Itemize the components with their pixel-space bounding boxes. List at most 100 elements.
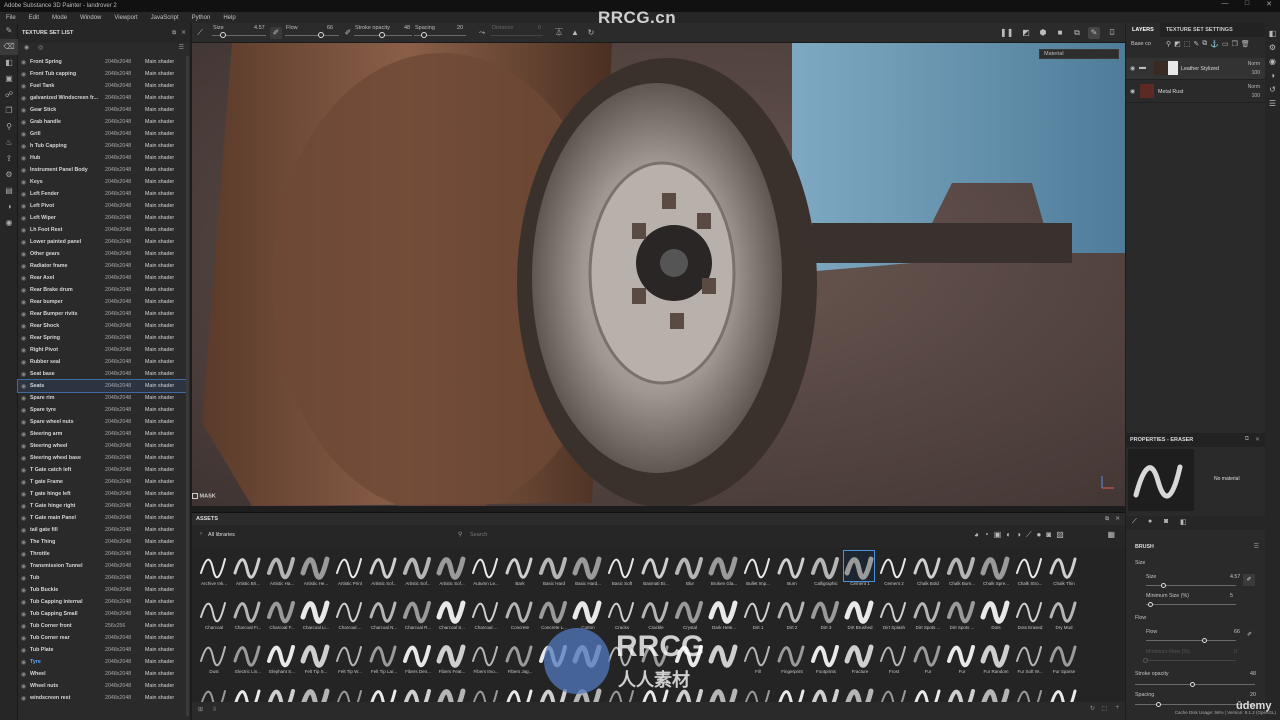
visibility-icon[interactable]: ◉	[21, 191, 26, 198]
texture-set-shader[interactable]: Main shader	[145, 371, 174, 377]
pen-pressure-icon[interactable]: ✐	[1243, 574, 1255, 586]
spacing-slider-knob[interactable]	[1156, 702, 1161, 707]
texture-set-shader[interactable]: Main shader	[145, 359, 174, 365]
texture-set-resolution[interactable]: 2048x2048	[105, 299, 131, 305]
menu-file[interactable]: File	[0, 15, 23, 21]
new-library-icon[interactable]: ⊞	[198, 706, 203, 713]
settings-icon[interactable]: ⚙	[0, 167, 18, 183]
brush-thumbnail[interactable]: Blur	[672, 551, 704, 593]
visibility-icon[interactable]: ◉	[21, 455, 26, 462]
menu-icon[interactable]: ☰	[179, 44, 184, 51]
texture-set-resolution[interactable]: 2048x2048	[105, 479, 131, 485]
brush-thumbnail[interactable]: Frost	[876, 639, 908, 681]
visibility-icon[interactable]: ◉	[21, 251, 26, 258]
texture-set-row[interactable]: ◉ Steering arm 2048x2048 Main shader	[18, 428, 186, 440]
size-value[interactable]: 4.57	[254, 25, 265, 31]
refresh-icon[interactable]: ↻	[1090, 705, 1095, 712]
texture-set-resolution[interactable]: 2048x2048	[105, 335, 131, 341]
menu-mode[interactable]: Mode	[46, 15, 74, 21]
brush-thumbnail[interactable]: Broken Gla...	[706, 551, 738, 593]
brush-thumbnail[interactable]: Artistic Sof...	[400, 551, 432, 593]
brush-thumbnail[interactable]: Dirt 3	[808, 595, 840, 637]
size-slider-knob[interactable]	[1161, 583, 1166, 588]
settings-panel-icon[interactable]: ⚙	[1265, 41, 1280, 55]
min-size-slider[interactable]	[1146, 602, 1236, 607]
visibility-icon[interactable]: ◉	[21, 587, 26, 594]
texture-set-shader[interactable]: Main shader	[145, 659, 174, 665]
visibility-icon[interactable]: ◉	[21, 695, 26, 702]
texture-set-shader[interactable]: Main shader	[145, 503, 174, 509]
visibility-icon[interactable]: ◉	[21, 491, 26, 498]
brush-thumbnail[interactable]: Fur Sparse	[1046, 639, 1078, 681]
brush-thumbnail[interactable]: Artistic Ha...	[264, 551, 296, 593]
brush-thumbnail[interactable]: Felt Tip W...	[332, 639, 364, 681]
texture-set-resolution[interactable]: 2048x2048	[105, 227, 131, 233]
texture-set-shader[interactable]: Main shader	[145, 383, 174, 389]
texture-set-resolution[interactable]: 2048x2048	[105, 659, 131, 665]
brush-thumbnail[interactable]: Cement 1	[842, 550, 875, 593]
blend-mode[interactable]: Norm	[1248, 84, 1260, 90]
texture-set-row[interactable]: ◉ Transmission Tunnel 2048x2048 Main shader	[18, 560, 186, 572]
symmetry-icon[interactable]: ⏄	[553, 27, 565, 39]
texture-set-resolution[interactable]: 2048x2048	[105, 143, 131, 149]
texture-set-shader[interactable]: Main shader	[145, 671, 174, 677]
texture-set-row[interactable]: ◉ Spare rim 2048x2048 Main shader	[18, 392, 186, 404]
texture-set-shader[interactable]: Main shader	[145, 407, 174, 413]
material-tab-icon[interactable]: ◧	[1180, 518, 1187, 526]
size-slider[interactable]	[1146, 583, 1236, 588]
texture-set-row[interactable]: ◉ windscreen rest 2048x2048 Main shader	[18, 692, 186, 704]
brush-thumbnail[interactable]: Fill	[740, 639, 772, 681]
texture-set-resolution[interactable]: 2048x2048	[105, 407, 131, 413]
texture-set-resolution[interactable]: 2048x2048	[105, 71, 131, 77]
brush-thumbnail[interactable]: Fur	[944, 639, 976, 681]
texture-set-resolution[interactable]: 2048x2048	[105, 539, 131, 545]
brush-thumbnail[interactable]: Fibers Feat...	[434, 639, 466, 681]
texture-set-resolution[interactable]: 2048x2048	[105, 371, 131, 377]
camera-view-icon[interactable]: ◩	[1020, 27, 1032, 39]
min-flow-knob[interactable]	[1143, 658, 1148, 663]
stroke-opacity-value[interactable]: 48	[1250, 671, 1256, 677]
texture-set-shader[interactable]: Main shader	[145, 539, 174, 545]
add-effect-icon[interactable]: ⚲	[1166, 40, 1171, 48]
brush-thumbnail[interactable]: Autumn Le...	[468, 551, 500, 593]
distance-value[interactable]: 0	[538, 25, 541, 31]
min-size-knob[interactable]	[1148, 602, 1153, 607]
brush-thumbnail[interactable]: Electric Lin...	[230, 639, 262, 681]
texture-set-resolution[interactable]: 2048x2048	[105, 347, 131, 353]
texture-set-row[interactable]: ◉ Lh Foot Rest 2048x2048 Main shader	[18, 224, 186, 236]
texture-set-row[interactable]: ◉ Tyre 2048x2048 Main shader	[18, 656, 186, 668]
texture-set-row[interactable]: ◉ T Gate main Panel 2048x2048 Main shader	[18, 512, 186, 524]
texture-set-row[interactable]: ◉ T Gate catch left 2048x2048 Main shader	[18, 464, 186, 476]
texture-set-resolution[interactable]: 2048x2048	[105, 671, 131, 677]
texture-set-resolution[interactable]: 2048x2048	[105, 491, 131, 497]
brush-thumbnail[interactable]: Chalk Spre...	[978, 551, 1010, 593]
size-slider-knob[interactable]	[220, 32, 226, 38]
texture-set-row[interactable]: ◉ Tub Plate 2048x2048 Main shader	[18, 644, 186, 656]
texture-set-shader[interactable]: Main shader	[145, 695, 174, 701]
texture-set-resolution[interactable]: 2048x2048	[105, 263, 131, 269]
visibility-icon[interactable]: ◉	[21, 119, 26, 126]
bake-icon[interactable]: ♨	[0, 135, 18, 151]
visibility-icon[interactable]: ◉	[21, 539, 26, 546]
texture-set-row[interactable]: ◉ Wheel nuts 2048x2048 Main shader	[18, 680, 186, 692]
maximize-button[interactable]: □	[1236, 0, 1258, 8]
texture-set-shader[interactable]: Main shader	[145, 479, 174, 485]
visibility-icon[interactable]: ◉	[21, 551, 26, 558]
texture-set-row[interactable]: ◉ Instrument Panel Body 2048x2048 Main shad…	[18, 164, 186, 176]
texture-set-row[interactable]: ◉ Rear Bumper rivits 2048x2048 Main shader	[18, 308, 186, 320]
preset-menu-icon[interactable]: ☰	[1254, 543, 1259, 550]
rotate-icon[interactable]: ↻	[585, 27, 597, 39]
texture-filter-icon[interactable]: ▣	[994, 530, 1002, 540]
texture-set-shader[interactable]: Main shader	[145, 251, 174, 257]
texture-set-shader[interactable]: Main shader	[145, 143, 174, 149]
texture-set-resolution[interactable]: 2048x2048	[105, 275, 131, 281]
brush-thumbnail[interactable]: Artistic Sof...	[366, 551, 398, 593]
texture-set-shader[interactable]: Main shader	[145, 611, 174, 617]
texture-set-row[interactable]: ◉ Tub Buckle 2048x2048 Main shader	[18, 584, 186, 596]
visibility-icon[interactable]: ◉	[21, 263, 26, 270]
environment-filter-icon[interactable]: ◙	[1046, 530, 1051, 540]
spacing-value[interactable]: 20	[457, 25, 463, 31]
close-button[interactable]: ✕	[1258, 0, 1280, 8]
texture-set-shader[interactable]: Main shader	[145, 335, 174, 341]
brush-thumbnail[interactable]: Basmati Br...	[638, 551, 670, 593]
